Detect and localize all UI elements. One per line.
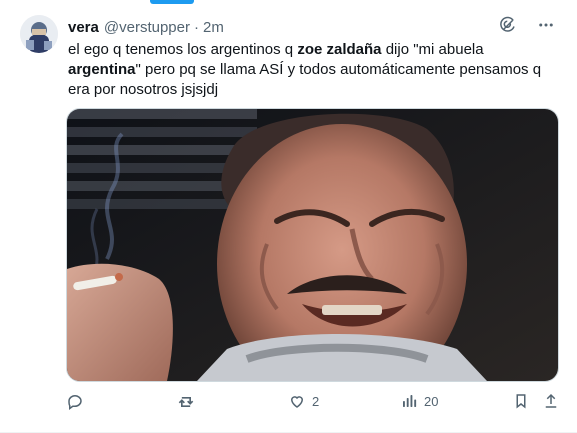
retweet-icon: [178, 397, 194, 407]
tweet-actions: 2 20: [66, 392, 561, 414]
tweet-text-part: dijo "mi abuela: [381, 41, 484, 58]
tab-indicator: [150, 0, 194, 4]
retweet-button[interactable]: [176, 392, 202, 412]
avatar[interactable]: [20, 15, 58, 53]
tweet-text-bold: zoe zaldaña: [297, 41, 382, 58]
tweet-text-bold: argentina: [68, 61, 136, 78]
bookmark-icon: [516, 394, 526, 409]
user-handle[interactable]: @verstupper: [104, 19, 190, 36]
like-button[interactable]: 2: [288, 392, 319, 410]
like-icon: [290, 396, 304, 408]
reply-icon: [68, 394, 82, 410]
grok-icon[interactable]: [497, 14, 519, 36]
tweet-header: vera @verstupper · 2m: [68, 16, 224, 38]
like-count: 2: [312, 393, 320, 409]
tweet[interactable]: vera @verstupper · 2m el ego q tenemos l…: [0, 0, 577, 433]
more-icon[interactable]: [535, 14, 557, 36]
tweet-media[interactable]: [66, 108, 559, 382]
separator-dot: ·: [193, 18, 199, 36]
views-icon: [403, 395, 417, 407]
share-icon: [545, 393, 557, 408]
tweet-text-part: el ego q tenemos los argentinos q: [68, 41, 298, 58]
reply-button[interactable]: [66, 392, 90, 410]
media-image: [67, 109, 558, 381]
display-name[interactable]: vera: [68, 19, 99, 36]
bookmark-button[interactable]: [512, 392, 530, 410]
timestamp[interactable]: 2m: [203, 19, 224, 36]
avatar-image: [20, 15, 58, 53]
views-button[interactable]: 20: [400, 392, 438, 410]
views-count: 20: [424, 393, 439, 409]
tweet-text: el ego q tenemos los argentinos q zoe za…: [68, 40, 558, 100]
share-button[interactable]: [542, 392, 560, 410]
tweet-top-actions: [497, 14, 557, 36]
tweet-text-part: " pero pq se llama ASÍ y todos automátic…: [68, 61, 542, 98]
